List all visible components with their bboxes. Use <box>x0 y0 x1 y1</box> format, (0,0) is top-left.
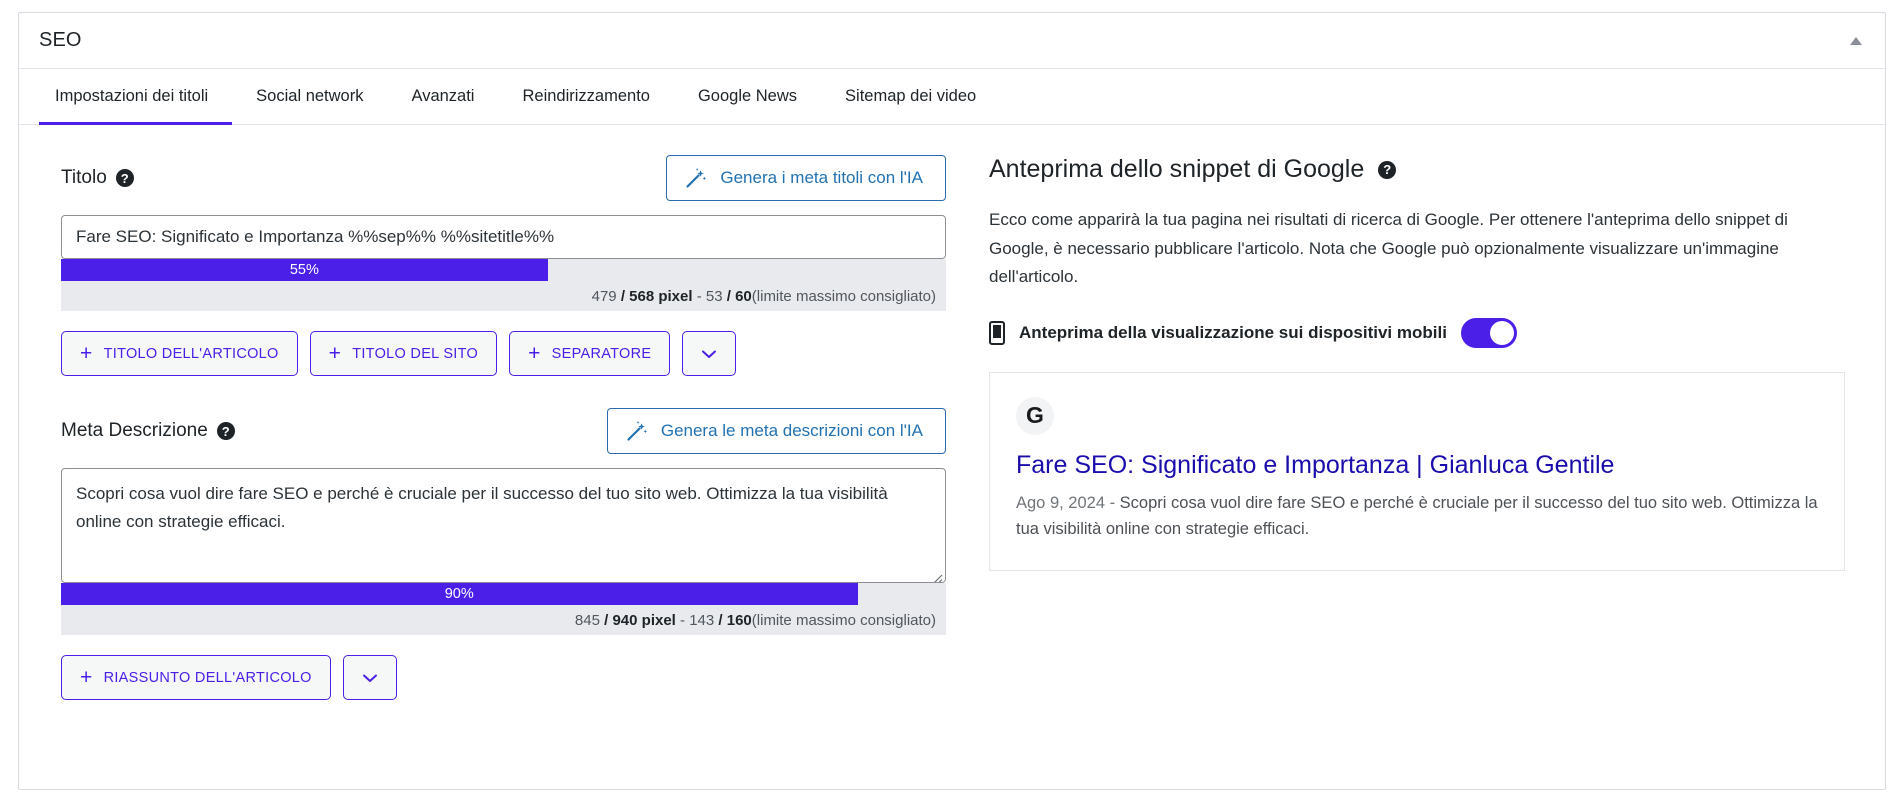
preview-heading-text: Anteprima dello snippet di Google <box>989 155 1365 183</box>
google-favicon: G <box>1016 396 1054 435</box>
tab-label: Impostazioni dei titoli <box>55 87 209 105</box>
tab-bar: Impostazioni dei titoli Social network A… <box>19 69 1885 125</box>
panel-body: Titolo ? Genera i meta titoli con l'IA F… <box>19 125 1885 788</box>
title-meter-bar: 55% <box>61 259 548 281</box>
meta-description-textarea[interactable]: Scopri cosa vuol dire fare SEO e perché … <box>61 468 946 583</box>
preview-description: Ecco come apparirà la tua pagina nei ris… <box>989 210 1788 287</box>
tab-label: Avanzati <box>411 87 475 105</box>
chevron-down-icon <box>362 674 377 682</box>
tab-reindirizzamento[interactable]: Reindirizzamento <box>498 69 673 124</box>
tag-button-label: SEPARATORE <box>551 345 652 362</box>
tab-social-network[interactable]: Social network <box>232 69 387 124</box>
magic-wand-icon <box>685 167 707 189</box>
title-input[interactable]: Fare SEO: Significato e Importanza %%sep… <box>61 215 946 259</box>
panel-header: SEO <box>19 13 1885 69</box>
ai-button-label: Genera i meta titoli con l'IA <box>720 168 923 187</box>
snippet-body: Ago 9, 2024 - Scopri cosa vuol dire fare… <box>1016 491 1818 542</box>
desc-chars-max: 160 <box>726 611 752 629</box>
title-meter-dash: - <box>696 287 702 305</box>
description-meter-percent: 90% <box>444 586 474 602</box>
insert-site-title-tag-button[interactable]: + TITOLO DEL SITO <box>309 331 498 376</box>
tab-google-news[interactable]: Google News <box>674 69 821 124</box>
description-label-row: Meta Descrizione ? Genera le meta descri… <box>61 408 946 454</box>
title-limit-note: (limite massimo consigliato) <box>751 287 936 305</box>
generate-meta-titles-ai-button[interactable]: Genera i meta titoli con l'IA <box>666 155 946 201</box>
description-meter-info: 845 / 940 pixel - 143 / 160 (limite massi… <box>61 605 946 635</box>
resize-grip-icon[interactable] <box>929 566 943 582</box>
title-pixels-sep: / <box>620 287 625 305</box>
insert-post-title-tag-button[interactable]: + TITOLO DELL'ARTICOLO <box>61 331 298 376</box>
title-meter: 55% 479 / 568 pixel - 53 / 60 (limite mas… <box>61 259 946 311</box>
title-pixels-max: 568 pixel <box>629 287 693 305</box>
title-label-row: Titolo ? Genera i meta titoli con l'IA <box>61 155 946 201</box>
tab-sitemap-dei-video[interactable]: Sitemap dei video <box>821 69 1000 124</box>
snippet-headline[interactable]: Fare SEO: Significato e Importanza | Gia… <box>1016 449 1818 482</box>
snippet-description: Scopri cosa vuol dire fare SEO e perché … <box>1016 494 1818 538</box>
snippet-date: Ago 9, 2024 - <box>1016 494 1120 513</box>
google-snippet-card: G Fare SEO: Significato e Importanza | G… <box>989 371 1845 572</box>
page-title: SEO <box>39 29 82 51</box>
generate-meta-descriptions-ai-button[interactable]: Genera le meta descrizioni con l'IA <box>606 408 946 454</box>
plus-icon: + <box>80 666 93 689</box>
tab-avanzati[interactable]: Avanzati <box>387 69 498 124</box>
title-field-label: Titolo ? <box>61 167 134 189</box>
desc-pixels-max: 940 pixel <box>612 611 676 629</box>
help-icon[interactable]: ? <box>115 169 134 187</box>
plus-icon: + <box>528 342 541 365</box>
title-chars-sep: / <box>726 287 731 305</box>
title-input-value: Fare SEO: Significato e Importanza %%sep… <box>76 227 555 246</box>
seo-panel: SEO Impostazioni dei titoli Social netwo… <box>18 12 1886 790</box>
tag-button-label: RIASSUNTO DELL'ARTICOLO <box>103 669 312 686</box>
description-tag-row: + RIASSUNTO DELL'ARTICOLO <box>61 655 971 700</box>
settings-column: Titolo ? Genera i meta titoli con l'IA F… <box>19 125 971 788</box>
tag-button-label: TITOLO DEL SITO <box>352 345 479 362</box>
tab-label: Reindirizzamento <box>522 87 650 105</box>
tab-label: Social network <box>256 87 364 105</box>
ai-button-label: Genera le meta descrizioni con l'IA <box>660 421 923 440</box>
preview-heading: Anteprima dello snippet di Google ? <box>989 155 1845 184</box>
title-chars-current: 53 <box>705 287 723 305</box>
title-chars-max: 60 <box>735 287 752 305</box>
plus-icon: + <box>328 342 342 365</box>
help-icon[interactable]: ? <box>1378 160 1397 179</box>
description-label-text: Meta Descrizione <box>61 420 208 441</box>
description-more-tags-button[interactable] <box>342 655 397 700</box>
title-meter-info: 479 / 568 pixel - 53 / 60 (limite massimo… <box>61 281 946 311</box>
desc-chars-sep: / <box>718 611 723 629</box>
description-value: Scopri cosa vuol dire fare SEO e perché … <box>76 484 888 531</box>
title-pixels-current: 479 <box>591 287 617 305</box>
toggle-knob <box>1489 320 1514 345</box>
description-meter-bar: 90% <box>61 583 858 605</box>
mobile-phone-icon <box>989 320 1005 345</box>
caret-up-icon[interactable] <box>1845 30 1867 52</box>
title-tag-row: + TITOLO DELL'ARTICOLO + TITOLO DEL SITO… <box>61 331 971 376</box>
magic-wand-icon <box>626 420 648 442</box>
google-preview-column: Anteprima dello snippet di Google ? Ecco… <box>971 125 1885 788</box>
title-label-text: Titolo <box>61 167 107 188</box>
insert-separator-tag-button[interactable]: + SEPARATORE <box>509 331 671 376</box>
title-meter-percent: 55% <box>289 262 319 278</box>
chevron-down-icon <box>702 350 717 358</box>
desc-limit-note: (limite massimo consigliato) <box>751 611 936 629</box>
tag-button-label: TITOLO DELL'ARTICOLO <box>103 345 279 362</box>
tab-label: Google News <box>697 87 798 105</box>
mobile-preview-toggle[interactable] <box>1460 317 1517 348</box>
tab-impostazioni-dei-titoli[interactable]: Impostazioni dei titoli <box>39 69 233 125</box>
plus-icon: + <box>80 342 93 365</box>
title-more-tags-button[interactable] <box>682 331 737 376</box>
tab-label: Sitemap dei video <box>845 87 977 105</box>
description-field-label: Meta Descrizione ? <box>61 420 235 442</box>
desc-pixels-current: 845 <box>574 611 600 629</box>
desc-meter-dash: - <box>680 611 686 629</box>
help-icon[interactable]: ? <box>216 422 235 440</box>
desc-pixels-sep: / <box>604 611 609 629</box>
desc-chars-current: 143 <box>689 611 715 629</box>
insert-post-excerpt-tag-button[interactable]: + RIASSUNTO DELL'ARTICOLO <box>61 655 331 700</box>
favicon-letter: G <box>1026 402 1044 429</box>
mobile-preview-toggle-row: Anteprima della visualizzazione sui disp… <box>989 317 1845 348</box>
mobile-preview-label: Anteprima della visualizzazione sui disp… <box>1019 322 1447 342</box>
description-meter: 90% 845 / 940 pixel - 143 / 160 (limite m… <box>61 583 946 635</box>
